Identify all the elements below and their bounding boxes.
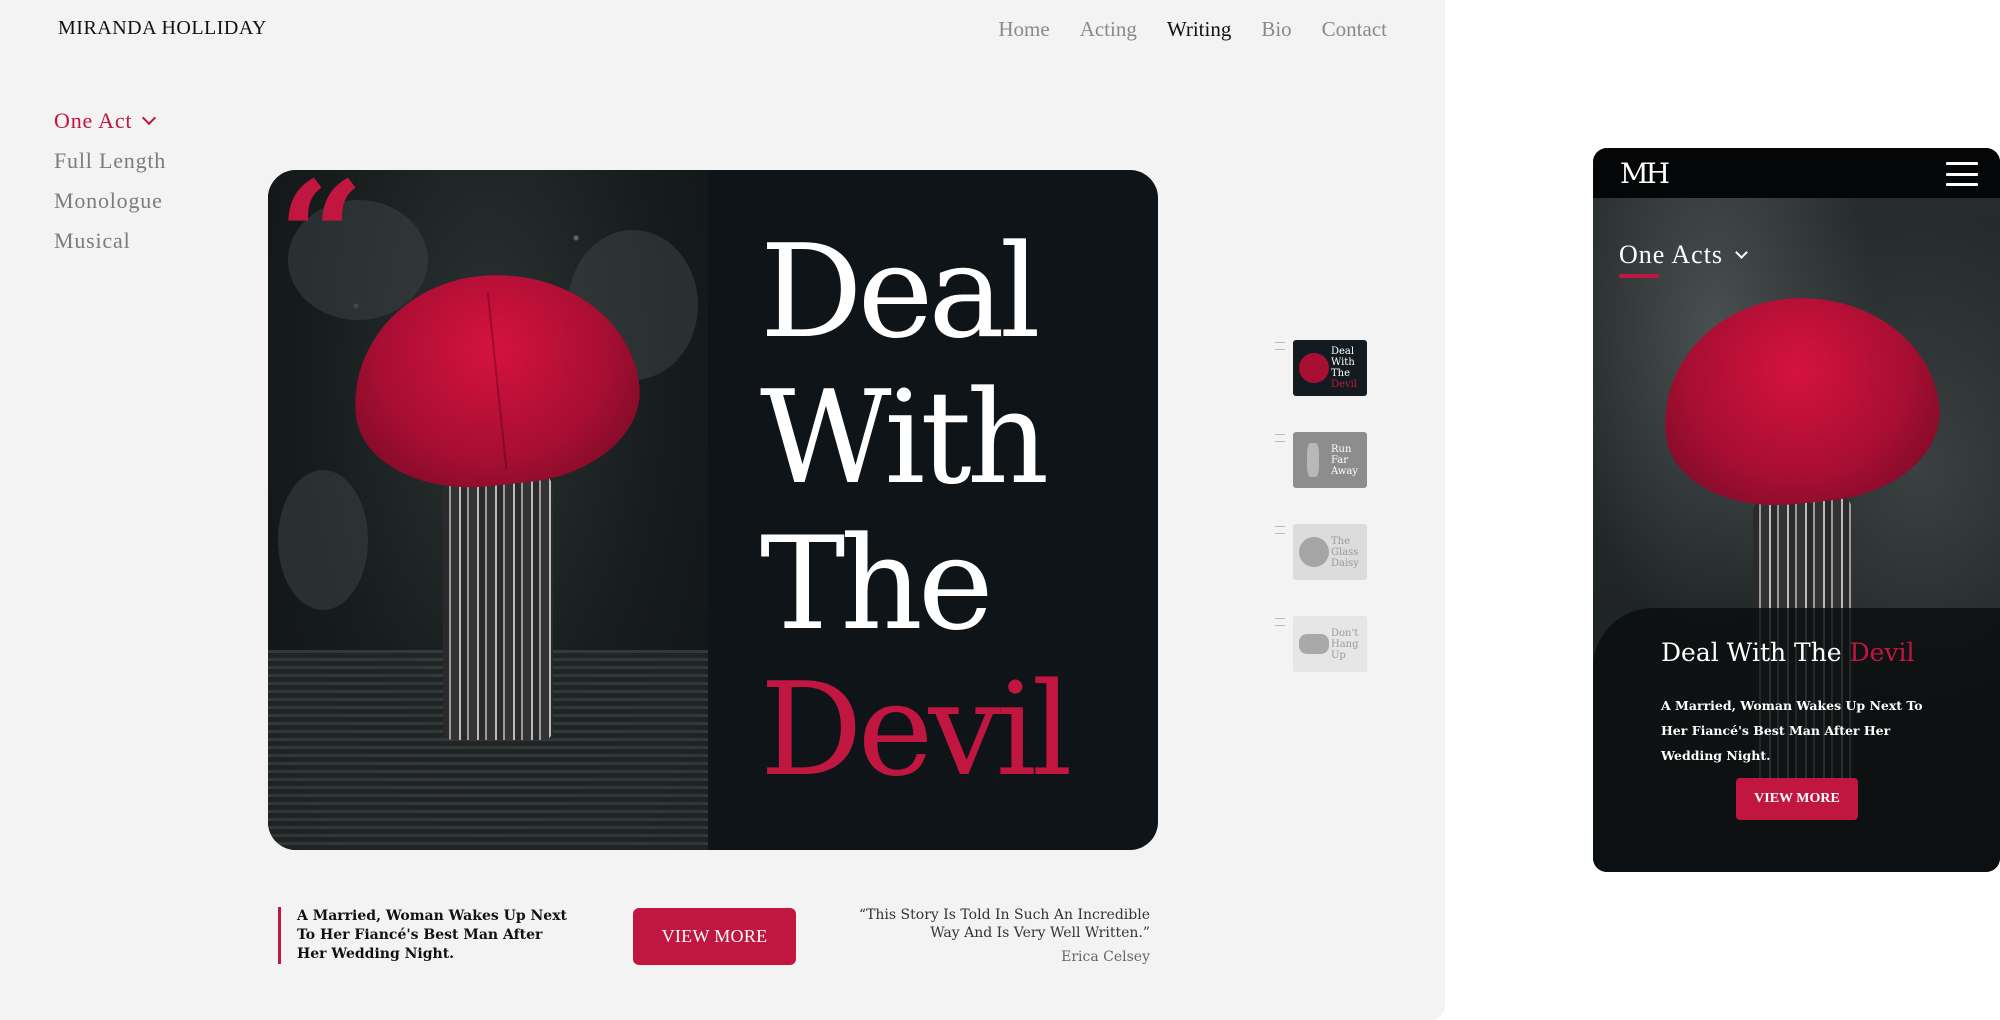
thumbnail-line: Glass — [1331, 546, 1359, 558]
review-quote: “This Story Is Told In Such An Incredibl… — [852, 906, 1150, 966]
mobile-category-dropdown[interactable]: One Acts — [1619, 240, 1748, 270]
thumbnail-title: The Glass Daisy — [1331, 536, 1363, 569]
mobile-view-more-button[interactable]: VIEW MORE — [1736, 778, 1858, 820]
list-marker-icon — [1275, 526, 1285, 534]
play-summary: A Married, Woman Wakes Up Next To Her Fi… — [278, 907, 568, 964]
review-text: “This Story Is Told In Such An Incredibl… — [858, 907, 1150, 941]
thumbnail-line: Hang — [1331, 638, 1359, 650]
red-umbrella — [1653, 284, 1948, 517]
quote-icon: “ — [278, 170, 365, 325]
mobile-title-text: Deal With The — [1661, 638, 1842, 667]
nav-bio[interactable]: Bio — [1261, 17, 1291, 42]
nav-home[interactable]: Home — [998, 17, 1049, 42]
hamburger-menu-icon[interactable] — [1946, 162, 1978, 186]
thumbnail-art — [1299, 634, 1329, 654]
thumbnail-row: Don't Hang Up — [1275, 616, 1367, 672]
hero-title-line: Deal — [760, 218, 1041, 367]
chevron-down-icon — [1735, 245, 1748, 259]
desktop-layout: MIRANDA HOLLIDAY Home Acting Writing Bio… — [0, 0, 1445, 1020]
play-thumbnails: Deal With The Devil Run Far Away The Gla… — [1275, 340, 1367, 672]
view-more-button[interactable]: VIEW MORE — [633, 908, 796, 965]
hero-card: “ Deal With The Devil — [268, 170, 1158, 850]
nav-writing[interactable]: Writing — [1167, 17, 1231, 42]
thumbnail-line: Run — [1331, 443, 1352, 455]
foliage-shape — [278, 470, 368, 610]
thumbnail-row: Deal With The Devil — [1275, 340, 1367, 396]
thumbnail-row: The Glass Daisy — [1275, 524, 1367, 580]
thumbnail-line: The — [1331, 535, 1351, 547]
thumbnail-art — [1307, 443, 1319, 477]
menu-bar — [1946, 183, 1978, 186]
thumbnail-title: Run Far Away — [1331, 444, 1363, 477]
category-one-act[interactable]: One Act — [54, 108, 166, 134]
thumbnail-art — [1299, 537, 1329, 567]
mobile-play-title: Deal With The Devil — [1661, 638, 1915, 667]
category-musical[interactable]: Musical — [54, 228, 166, 254]
mobile-logo[interactable]: MH — [1620, 157, 1670, 190]
menu-bar — [1946, 172, 1978, 176]
mobile-play-summary: A Married, Woman Wakes Up Next To Her Fi… — [1661, 698, 1923, 763]
list-marker-icon — [1275, 618, 1285, 626]
list-marker-icon — [1275, 434, 1285, 442]
nav-contact[interactable]: Contact — [1322, 17, 1387, 42]
nav-acting[interactable]: Acting — [1080, 17, 1137, 42]
hero-title-line: The — [760, 510, 994, 659]
thumbnail-line: With — [1331, 357, 1355, 368]
chevron-down-icon — [142, 110, 157, 126]
thumbnail-art — [1299, 353, 1329, 383]
category-monologue[interactable]: Monologue — [54, 188, 166, 214]
thumbnail-line: Don't — [1331, 627, 1359, 639]
thumbnail-title: Deal With The Devil — [1331, 346, 1363, 390]
thumbnail-run-far-away[interactable]: Run Far Away — [1293, 432, 1367, 488]
active-underline — [1619, 274, 1659, 278]
menu-bar — [1946, 162, 1978, 165]
thumbnail-line: Deal — [1331, 346, 1355, 357]
thumbnail-accent: Daisy — [1331, 557, 1359, 569]
thumbnail-accent: Devil — [1331, 379, 1357, 390]
thumbnail-row: Run Far Away — [1275, 432, 1367, 488]
thumbnail-the-glass-daisy[interactable]: The Glass Daisy — [1293, 524, 1367, 580]
thumbnail-dont-hang-up[interactable]: Don't Hang Up — [1293, 616, 1367, 672]
category-full-length[interactable]: Full Length — [54, 148, 166, 174]
thumbnail-deal-with-the-devil[interactable]: Deal With The Devil — [1293, 340, 1367, 396]
list-marker-icon — [1275, 342, 1285, 350]
hero-title-accent: Devil — [760, 656, 1073, 805]
mobile-category-label: One Acts — [1619, 240, 1724, 269]
thumbnail-line: Far — [1331, 454, 1349, 466]
thumbnail-line: The — [1331, 368, 1351, 379]
main-nav: Home Acting Writing Bio Contact — [998, 17, 1387, 42]
thumbnail-title: Don't Hang Up — [1331, 628, 1363, 661]
hero-photo: “ — [268, 170, 708, 850]
mobile-title-accent: Devil — [1849, 638, 1915, 667]
category-label: One Act — [54, 108, 133, 133]
mobile-layout: MH One Acts Deal With The Devil A Marrie… — [1593, 148, 2000, 872]
hero-title-line: With — [760, 364, 1049, 513]
mobile-header: MH — [1593, 148, 2000, 198]
review-author: Erica Celsey — [1061, 949, 1150, 965]
figure-legs — [443, 470, 553, 740]
hero-title: Deal With The Devil — [760, 218, 1073, 805]
thumbnail-accent: Away — [1331, 465, 1358, 477]
category-nav: One Act Full Length Monologue Musical — [54, 108, 166, 254]
site-brand[interactable]: MIRANDA HOLLIDAY — [58, 17, 267, 40]
thumbnail-accent: Up — [1331, 649, 1346, 661]
